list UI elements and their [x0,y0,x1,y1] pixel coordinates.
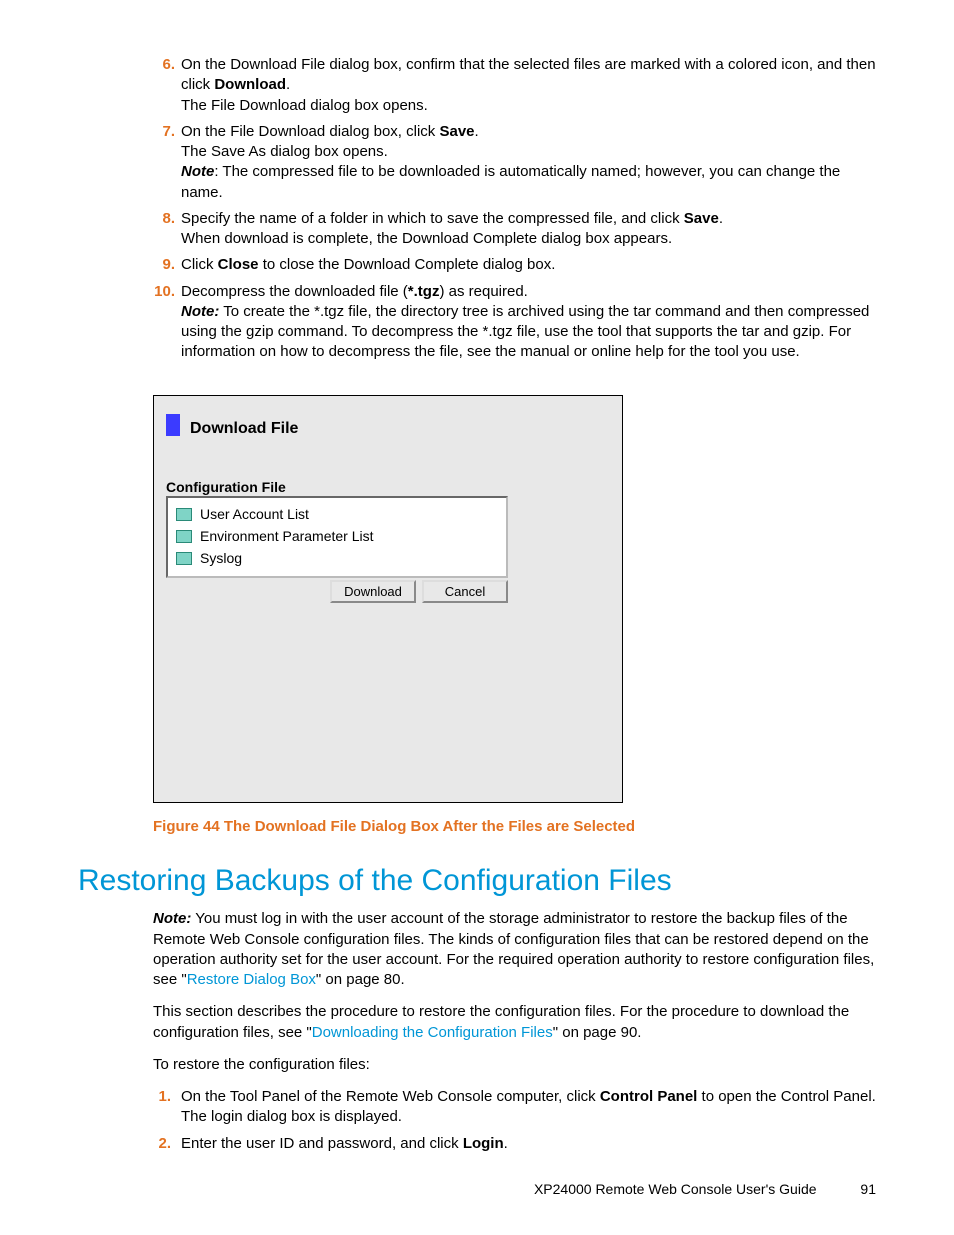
body-paragraph: This section describes the procedure to … [153,1002,876,1043]
list-item[interactable]: Syslog [176,548,498,570]
step-number: 8. [153,209,175,229]
dialog-button-row: Download Cancel [166,580,508,604]
text: ) as required. [439,283,527,300]
ordered-steps-top: 6. On the Download File dialog box, conf… [153,55,876,363]
text: When download is complete, the Download … [181,230,672,247]
footer-title: XP24000 Remote Web Console User's Guide [534,1181,817,1197]
bold-text: Save [684,210,719,227]
text: Click [181,256,218,273]
text: The login dialog box is displayed. [181,1108,402,1125]
list-item-label: Syslog [200,549,242,568]
list-item-label: User Account List [200,505,309,524]
text: On the Tool Panel of the Remote Web Cons… [181,1088,600,1105]
text: The Save As dialog box opens. [181,143,388,160]
download-file-dialog: Download File Configuration File User Ac… [153,395,623,803]
section-heading: Restoring Backups of the Configuration F… [78,861,876,902]
step-7: 7. On the File Download dialog box, clic… [153,122,876,203]
file-icon [176,508,192,521]
downloading-config-link[interactable]: Downloading the Configuration Files [312,1024,553,1041]
figure-caption: Figure 44 The Download File Dialog Box A… [153,817,876,837]
text: " on page 90. [553,1024,642,1041]
text: : The compressed file to be downloaded i… [181,163,840,200]
step-8: 8. Specify the name of a folder in which… [153,209,876,250]
text: " on page 80. [316,971,405,988]
section-label: Configuration File [166,478,286,497]
list-item[interactable]: Environment Parameter List [176,526,498,548]
text: Enter the user ID and password, and clic… [181,1135,463,1152]
text: On the File Download dialog box, click [181,123,439,140]
step-text: Specify the name of a folder in which to… [181,210,723,247]
page-number: 91 [860,1181,876,1197]
note-label: Note: [181,303,219,320]
step-text: On the File Download dialog box, click S… [181,123,840,201]
top-steps-block: 6. On the Download File dialog box, conf… [153,55,876,363]
note-label: Note: [153,910,191,927]
step-10: 10. Decompress the downloaded file (*.tg… [153,282,876,363]
figure-44: Download File Configuration File User Ac… [153,395,876,837]
step-text: Decompress the downloaded file (*.tgz) a… [181,283,869,361]
text: The File Download dialog box opens. [181,97,428,114]
text: To create the *.tgz file, the directory … [181,303,869,361]
step-number: 6. [153,55,175,75]
intro-line: To restore the configuration files: [153,1055,876,1075]
page: 6. On the Download File dialog box, conf… [0,0,954,1235]
text: Decompress the downloaded file ( [181,283,408,300]
step-1: 1. On the Tool Panel of the Remote Web C… [153,1087,876,1128]
bold-text: Save [439,123,474,140]
list-item-label: Environment Parameter List [200,527,374,546]
step-number: 10. [145,282,175,302]
bold-text: Download [214,76,286,93]
file-icon [176,552,192,565]
step-number: 2. [153,1134,171,1154]
text: . [719,210,723,227]
ordered-steps-bottom: 1. On the Tool Panel of the Remote Web C… [153,1087,876,1154]
text: . [475,123,479,140]
note-label: Note [181,163,214,180]
step-text: On the Download File dialog box, confirm… [181,56,876,114]
bold-text: *.tgz [408,283,440,300]
step-text: Click Close to close the Download Comple… [181,256,555,273]
step-text: On the Tool Panel of the Remote Web Cons… [181,1088,876,1125]
step-9: 9. Click Close to close the Download Com… [153,255,876,275]
text: Specify the name of a folder in which to… [181,210,684,227]
step-number: 7. [153,122,175,142]
bold-text: Control Panel [600,1088,698,1105]
step-number: 9. [153,255,175,275]
bold-text: Close [218,256,259,273]
text: . [504,1135,508,1152]
text: to close the Download Complete dialog bo… [259,256,556,273]
list-item[interactable]: User Account List [176,504,498,526]
page-footer: XP24000 Remote Web Console User's Guide … [534,1180,876,1199]
step-number: 1. [153,1087,171,1107]
note-paragraph: Note: You must log in with the user acco… [153,909,876,990]
bold-text: Login [463,1135,504,1152]
text: to open the Control Panel. [697,1088,875,1105]
download-button[interactable]: Download [330,580,416,604]
step-6: 6. On the Download File dialog box, conf… [153,55,876,116]
cancel-button[interactable]: Cancel [422,580,508,604]
file-listbox[interactable]: User Account List Environment Parameter … [166,496,508,578]
title-accent-icon [166,414,180,436]
step-text: Enter the user ID and password, and clic… [181,1135,508,1152]
text: . [286,76,290,93]
step-2: 2. Enter the user ID and password, and c… [153,1134,876,1154]
dialog-title: Download File [190,418,298,440]
file-icon [176,530,192,543]
restore-dialog-link[interactable]: Restore Dialog Box [187,971,316,988]
